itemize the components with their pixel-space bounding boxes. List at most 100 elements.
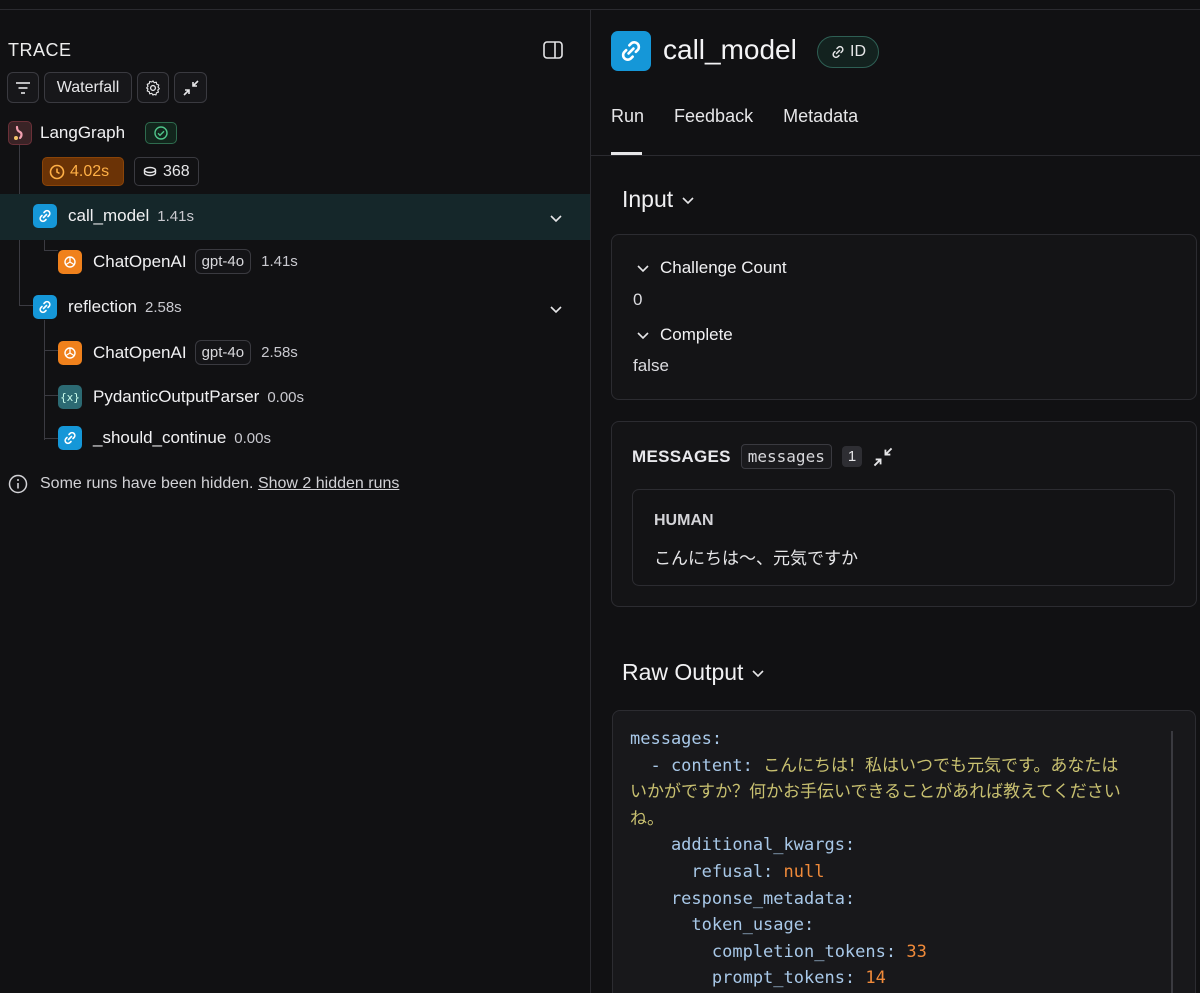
gear-icon — [146, 79, 160, 96]
run-reflection[interactable]: reflection 2.58s — [33, 295, 182, 319]
run-detail-panel: call_model ID Run Feedback Metadata Inpu… — [591, 10, 1200, 993]
code-key: - content: — [630, 755, 764, 776]
run-chat-openai-1[interactable]: ChatOpenAI gpt-4o 1.41s — [58, 249, 298, 274]
duration-badge: 4.02s — [42, 157, 124, 186]
model-tag: gpt-4o — [194, 249, 252, 274]
settings-button[interactable] — [137, 72, 169, 103]
chevron-down-icon — [682, 196, 694, 204]
code-number: 14 — [865, 968, 886, 989]
info-icon — [8, 474, 28, 494]
hidden-runs-text: Some runs have been hidden. — [40, 475, 254, 492]
tab-run[interactable]: Run — [611, 106, 644, 127]
code-line: completion_tokens: 33 — [630, 939, 1195, 966]
tabs-border — [591, 155, 1200, 156]
code-line: prompt_tokens: 14 — [630, 965, 1195, 992]
input-fields-card: Challenge Count 0 Complete false — [611, 234, 1197, 400]
run-title: call_model — [663, 34, 797, 65]
code-key: prompt_tokens: — [630, 968, 866, 989]
run-time: 2.58s — [261, 344, 298, 361]
code-number: 33 — [906, 941, 927, 962]
run-chat-openai-2[interactable]: ChatOpenAI gpt-4o 2.58s — [58, 340, 298, 365]
tree-line — [44, 438, 58, 439]
code-null: null — [783, 861, 825, 882]
message-item: HUMAN こんにちは〜、元気ですか — [632, 489, 1175, 586]
tree-line — [19, 305, 33, 306]
messages-count: 1 — [841, 446, 863, 467]
link-icon — [33, 295, 57, 319]
token-value: 368 — [163, 162, 190, 180]
duration-value: 4.02s — [70, 162, 110, 180]
filter-icon — [16, 81, 30, 94]
messages-card: MESSAGES messages 1 HUMAN こんにちは〜、元気ですか — [611, 421, 1197, 607]
field-value: 0 — [633, 290, 643, 309]
link-icon — [832, 45, 844, 59]
message-role: HUMAN — [654, 512, 714, 529]
run-time: 0.00s — [234, 429, 271, 447]
run-time: 0.00s — [267, 388, 305, 406]
code-line: refusal: null — [630, 859, 1195, 886]
code-line: token_usage: — [630, 915, 815, 936]
code-scrollbar[interactable] — [1171, 731, 1173, 993]
run-name: PydanticOutputParser — [93, 387, 260, 406]
run-time: 1.41s — [157, 207, 194, 225]
hidden-runs-note: Some runs have been hidden. Show 2 hidde… — [8, 474, 399, 494]
chevron-down-icon[interactable] — [549, 213, 563, 223]
collapse-icon[interactable] — [872, 446, 894, 468]
field-label: Complete — [660, 325, 733, 344]
trace-panel: TRACE Waterfall LangGraph 4.02s 368 call… — [0, 10, 590, 993]
message-text: こんにちは〜、元気ですか — [654, 549, 858, 568]
show-hidden-runs-link[interactable]: Show 2 hidden runs — [258, 475, 399, 492]
link-icon — [33, 204, 57, 228]
raw-output-section-toggle[interactable]: Raw Output — [622, 659, 765, 686]
messages-key-tag: messages — [740, 444, 832, 469]
code-key: completion_tokens: — [630, 941, 907, 962]
token-badge: 368 — [134, 157, 199, 186]
code-line: - content: こんにちは！私はいつでも元気です。あなたは — [630, 753, 1195, 780]
tree-line — [44, 320, 45, 440]
chevron-down-icon[interactable] — [549, 304, 563, 314]
tab-feedback[interactable]: Feedback — [674, 106, 753, 127]
openai-icon — [58, 249, 82, 274]
filter-button[interactable] — [7, 72, 39, 103]
run-name: ChatOpenAI — [93, 342, 187, 362]
tree-line — [44, 395, 58, 396]
tab-metadata[interactable]: Metadata — [783, 106, 858, 127]
run-name: call_model — [68, 206, 150, 225]
parser-icon: {x} — [58, 385, 82, 409]
input-section-toggle[interactable]: Input — [622, 186, 695, 213]
field-label: Challenge Count — [660, 258, 787, 277]
raw-output-code: messages: - content: こんにちは！私はいつでも元気です。あな… — [612, 710, 1196, 993]
sidebar-toggle-icon[interactable] — [543, 41, 563, 59]
code-line: いかがですか？何かお手伝いできることがあれば教えてください — [630, 782, 1121, 803]
waterfall-button[interactable]: Waterfall — [44, 72, 132, 103]
success-badge — [145, 122, 178, 144]
run-root[interactable]: LangGraph — [8, 121, 178, 145]
model-tag: gpt-4o — [194, 340, 252, 365]
messages-header: MESSAGES messages 1 — [632, 444, 894, 469]
raw-output-title: Raw Output — [622, 659, 744, 685]
top-border — [0, 0, 1200, 10]
collapse-button[interactable] — [174, 72, 207, 103]
tree-line — [44, 250, 58, 251]
collapse-icon — [182, 79, 199, 96]
clock-icon — [49, 164, 65, 179]
field-challenge-count-toggle[interactable]: Challenge Count — [636, 258, 787, 278]
copy-id-button[interactable]: ID — [817, 36, 879, 68]
messages-label: MESSAGES — [632, 446, 731, 466]
code-line: ね。 — [630, 808, 664, 829]
chevron-down-icon — [637, 332, 649, 340]
run-name: LangGraph — [40, 123, 126, 142]
run-should-continue[interactable]: _should_continue 0.00s — [58, 426, 271, 450]
run-time: 1.41s — [261, 253, 298, 270]
check-circle-icon — [154, 126, 168, 140]
langgraph-icon — [8, 121, 32, 145]
code-line: response_metadata: — [630, 888, 856, 909]
link-icon — [611, 31, 651, 71]
coin-stack-icon — [143, 166, 157, 176]
field-complete-toggle[interactable]: Complete — [636, 325, 733, 345]
code-line: additional_kwargs: — [630, 835, 856, 856]
link-icon — [58, 426, 82, 450]
run-pydantic-output-parser[interactable]: {x} PydanticOutputParser 0.00s — [58, 385, 304, 409]
field-value: false — [633, 356, 669, 375]
run-call-model[interactable]: call_model 1.41s — [33, 204, 194, 228]
